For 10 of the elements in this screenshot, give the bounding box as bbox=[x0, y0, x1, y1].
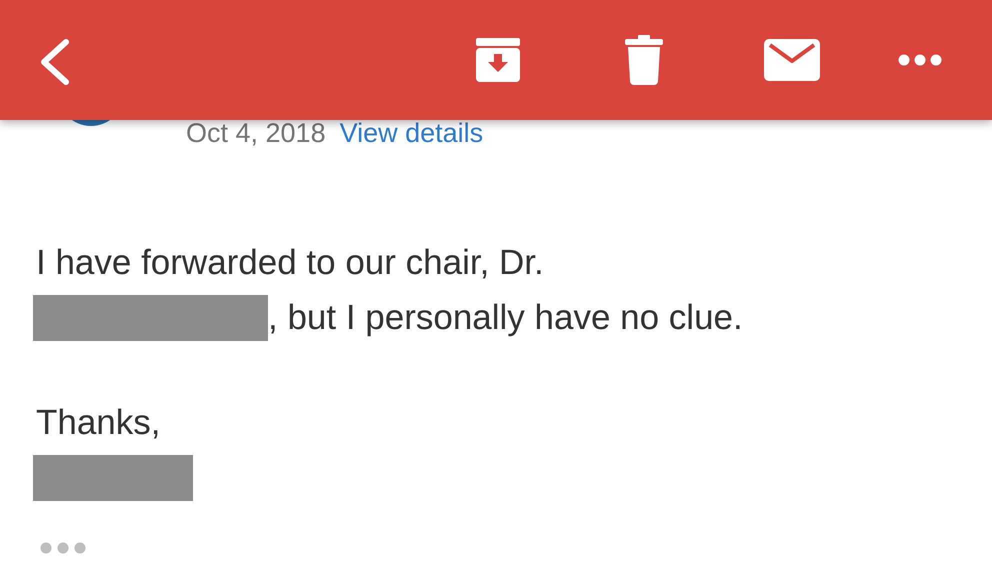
mail-icon[interactable] bbox=[764, 39, 820, 81]
view-details-link[interactable]: View details bbox=[340, 118, 484, 149]
body-text: I have forwarded to our chair, Dr. bbox=[36, 242, 544, 282]
body-text: Thanks, bbox=[36, 402, 160, 442]
trash-icon[interactable] bbox=[624, 35, 664, 85]
back-icon[interactable] bbox=[38, 38, 70, 86]
message-date: Oct 4, 2018 bbox=[186, 118, 326, 149]
archive-icon[interactable] bbox=[474, 36, 522, 84]
body-text: , but I personally have no clue. bbox=[268, 298, 743, 338]
more-icon[interactable] bbox=[898, 54, 942, 66]
